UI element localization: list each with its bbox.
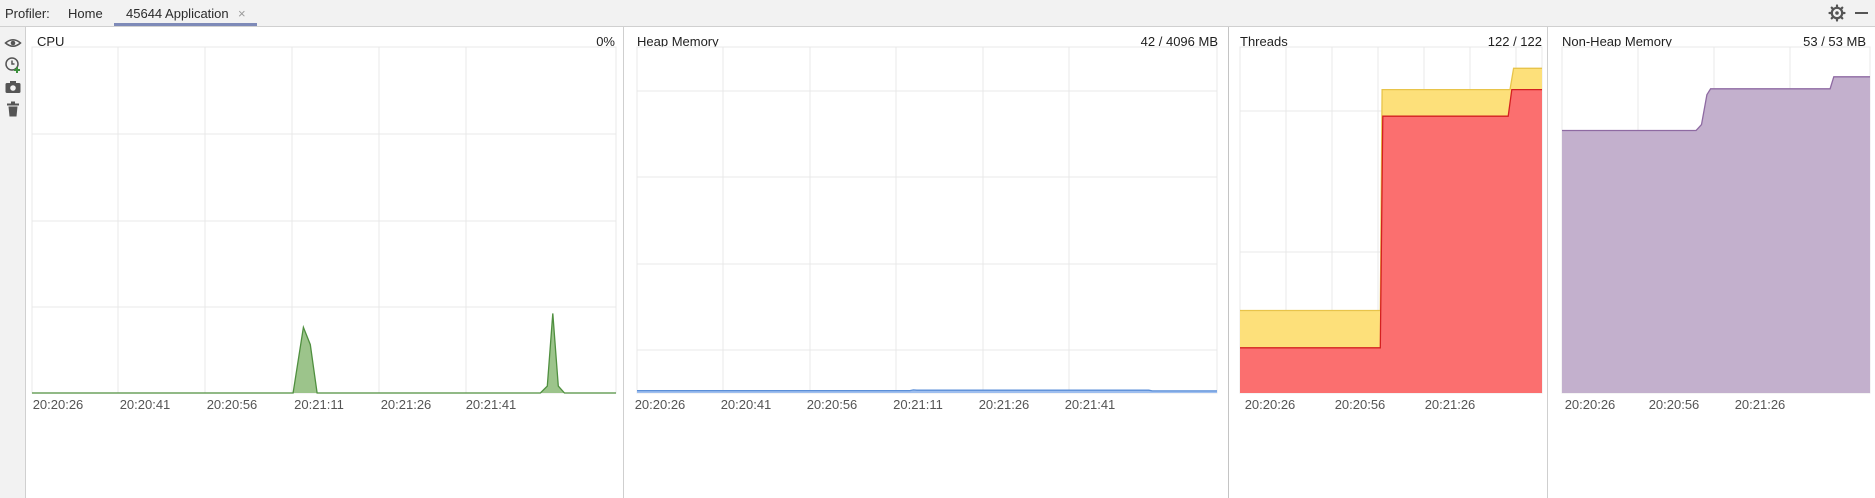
- heap-series-line: [637, 389, 1217, 392]
- x-tick-label: 20:20:26: [635, 397, 686, 412]
- heap-chart: 20:20:26 20:20:41 20:20:56 20:21:11 20:21:26…: [635, 46, 1218, 412]
- x-tick-label: 20:20:56: [1649, 397, 1700, 412]
- tab-application-label: 45644 Application: [126, 6, 229, 21]
- trash-icon[interactable]: [4, 100, 22, 118]
- tab-application[interactable]: 45644 Application ×: [114, 0, 257, 26]
- minimize-icon[interactable]: [1855, 12, 1868, 14]
- x-tick-label: 20:21:26: [1735, 397, 1786, 412]
- heap-panel: Heap Memory 42 / 4096 MB 20:20:26 20:20:4…: [624, 27, 1225, 498]
- profiler-label: Profiler:: [5, 6, 50, 21]
- add-snapshot-icon[interactable]: [4, 56, 22, 74]
- x-tick-label: 20:20:56: [1335, 397, 1386, 412]
- threads-panel: Threads 122 / 122 20:20:26 20:20:56 20:21:…: [1230, 27, 1547, 498]
- x-tick-label: 20:21:26: [1425, 397, 1476, 412]
- tab-home[interactable]: Home: [56, 0, 115, 26]
- x-tick-label: 20:20:26: [33, 397, 84, 412]
- x-tick-label: 20:20:26: [1565, 397, 1616, 412]
- panel-divider[interactable]: [1228, 27, 1229, 498]
- eye-icon[interactable]: [4, 34, 22, 52]
- nonheap-chart: 20:20:26 20:20:56 20:21:26: [1561, 46, 1871, 412]
- profiler-header: Profiler: Home 45644 Application ×: [0, 0, 1875, 27]
- plot-area: [636, 46, 1218, 394]
- x-tick-label: 20:21:41: [1065, 397, 1116, 412]
- x-tick-label: 20:20:26: [1245, 397, 1296, 412]
- gear-icon[interactable]: [1828, 4, 1846, 22]
- x-tick-label: 20:21:26: [381, 397, 432, 412]
- x-tick-label: 20:20:56: [207, 397, 258, 412]
- threads-chart: 20:20:26 20:20:56 20:21:26: [1239, 46, 1543, 412]
- x-tick-label: 20:20:41: [721, 397, 772, 412]
- x-tick-label: 20:21:11: [893, 397, 943, 412]
- x-tick-label: 20:20:56: [807, 397, 858, 412]
- profiler-toolbar: [0, 27, 26, 498]
- nonheap-panel: Non-Heap Memory 53 / 53 MB 20:20:26 20:20…: [1548, 27, 1875, 498]
- camera-icon[interactable]: [4, 78, 22, 96]
- cpu-chart: 20:20:26 20:20:41 20:20:56 20:21:11 20:21:26…: [31, 46, 617, 412]
- x-tick-label: 20:21:41: [466, 397, 517, 412]
- plot-area: [31, 46, 617, 394]
- x-tick-label: 20:21:11: [294, 397, 344, 412]
- x-tick-label: 20:21:26: [979, 397, 1030, 412]
- x-tick-label: 20:20:41: [120, 397, 171, 412]
- cpu-panel: CPU 0% 20:20:26 20:20:41 20:20:56 20:21:11 2…: [26, 27, 623, 498]
- close-tab-icon[interactable]: ×: [238, 0, 246, 27]
